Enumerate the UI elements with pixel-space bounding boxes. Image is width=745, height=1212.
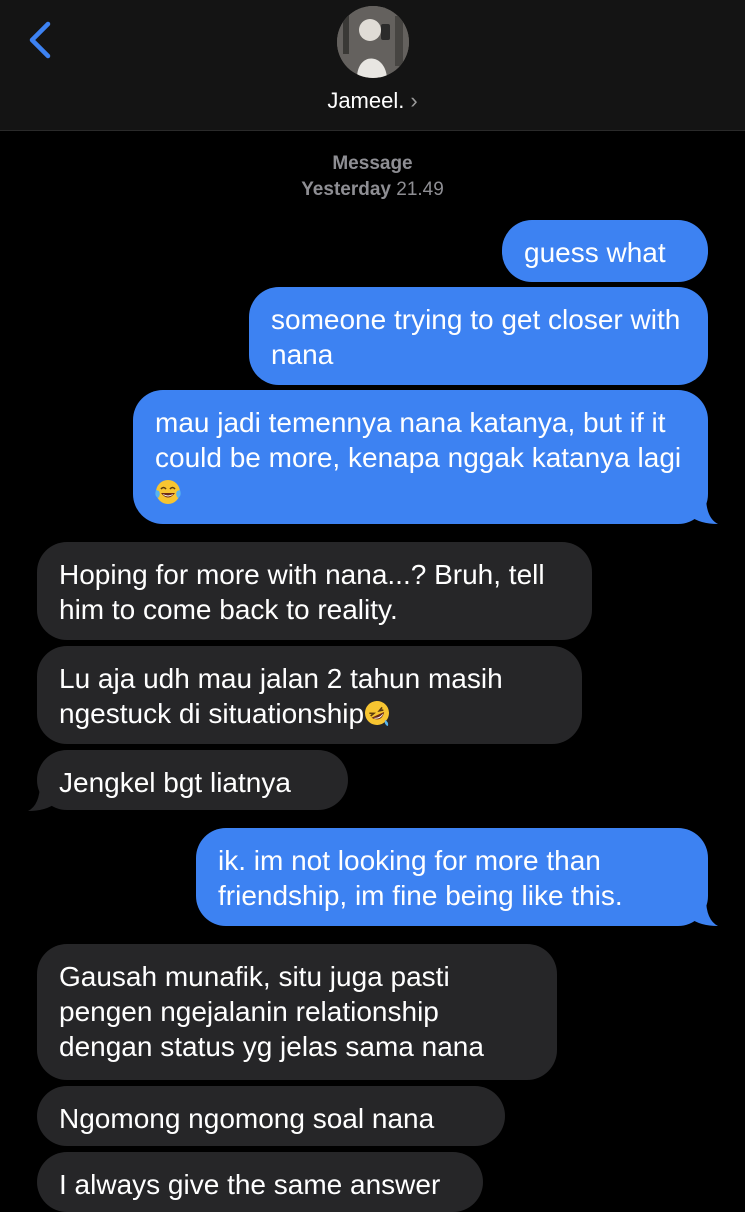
message-bubble-outgoing[interactable]: guess what xyxy=(502,220,708,282)
face-with-tears-of-joy-icon xyxy=(155,480,181,504)
message-text: Hoping for more with nana...? Bruh, tell… xyxy=(59,559,545,625)
bubble-tail xyxy=(690,496,718,524)
message-bubble-outgoing[interactable]: someone trying to get closer with nana xyxy=(249,287,708,385)
message-bubble-incoming[interactable]: Ngomong ngomong soal nana xyxy=(37,1086,505,1146)
contact-name-row[interactable]: Jameel. › xyxy=(0,88,745,114)
message-bubble-incoming[interactable]: Lu aja udh mau jalan 2 tahun masih ngest… xyxy=(37,646,582,744)
message-bubble-outgoing[interactable]: ik. im not looking for more than friends… xyxy=(196,828,708,926)
bubble-tail xyxy=(28,783,56,811)
contact-name: Jameel. xyxy=(327,88,405,113)
message-text: mau jadi temennya nana katanya, but if i… xyxy=(155,407,682,473)
message-text: guess what xyxy=(524,237,666,268)
message-bubble-incoming[interactable]: Gausah munafik, situ juga pasti pengen n… xyxy=(37,944,557,1080)
avatar[interactable] xyxy=(337,6,409,78)
message-text: Gausah munafik, situ juga pasti pengen n… xyxy=(59,961,484,1062)
message-bubble-incoming[interactable]: I always give the same answer xyxy=(37,1152,483,1212)
message-text: ik. im not looking for more than friends… xyxy=(218,845,623,911)
service-label: Message xyxy=(332,153,413,174)
rolling-on-the-floor-laughing-icon xyxy=(365,701,390,726)
time-label: 21.49 xyxy=(396,179,444,200)
conversation-header: Jameel. › xyxy=(0,0,745,131)
timestamp: Yesterday 21.49 xyxy=(0,179,745,201)
message-text: I always give the same answer xyxy=(59,1169,441,1200)
message-text: Lu aja udh mau jalan 2 tahun masih ngest… xyxy=(59,663,503,729)
avatar-photo-icon xyxy=(337,6,409,78)
chevron-right-icon: › xyxy=(410,88,418,113)
message-bubble-incoming[interactable]: Jengkel bgt liatnya xyxy=(37,750,348,810)
chevron-left-icon[interactable] xyxy=(22,18,62,62)
message-text: someone trying to get closer with nana xyxy=(271,304,681,370)
bubble-tail xyxy=(690,898,718,926)
message-text: Jengkel bgt liatnya xyxy=(59,767,291,798)
day-label: Yesterday xyxy=(301,179,391,200)
message-text: Ngomong ngomong soal nana xyxy=(59,1103,435,1134)
message-bubble-incoming[interactable]: Hoping for more with nana...? Bruh, tell… xyxy=(37,542,592,640)
message-bubble-outgoing[interactable]: mau jadi temennya nana katanya, but if i… xyxy=(133,390,708,524)
